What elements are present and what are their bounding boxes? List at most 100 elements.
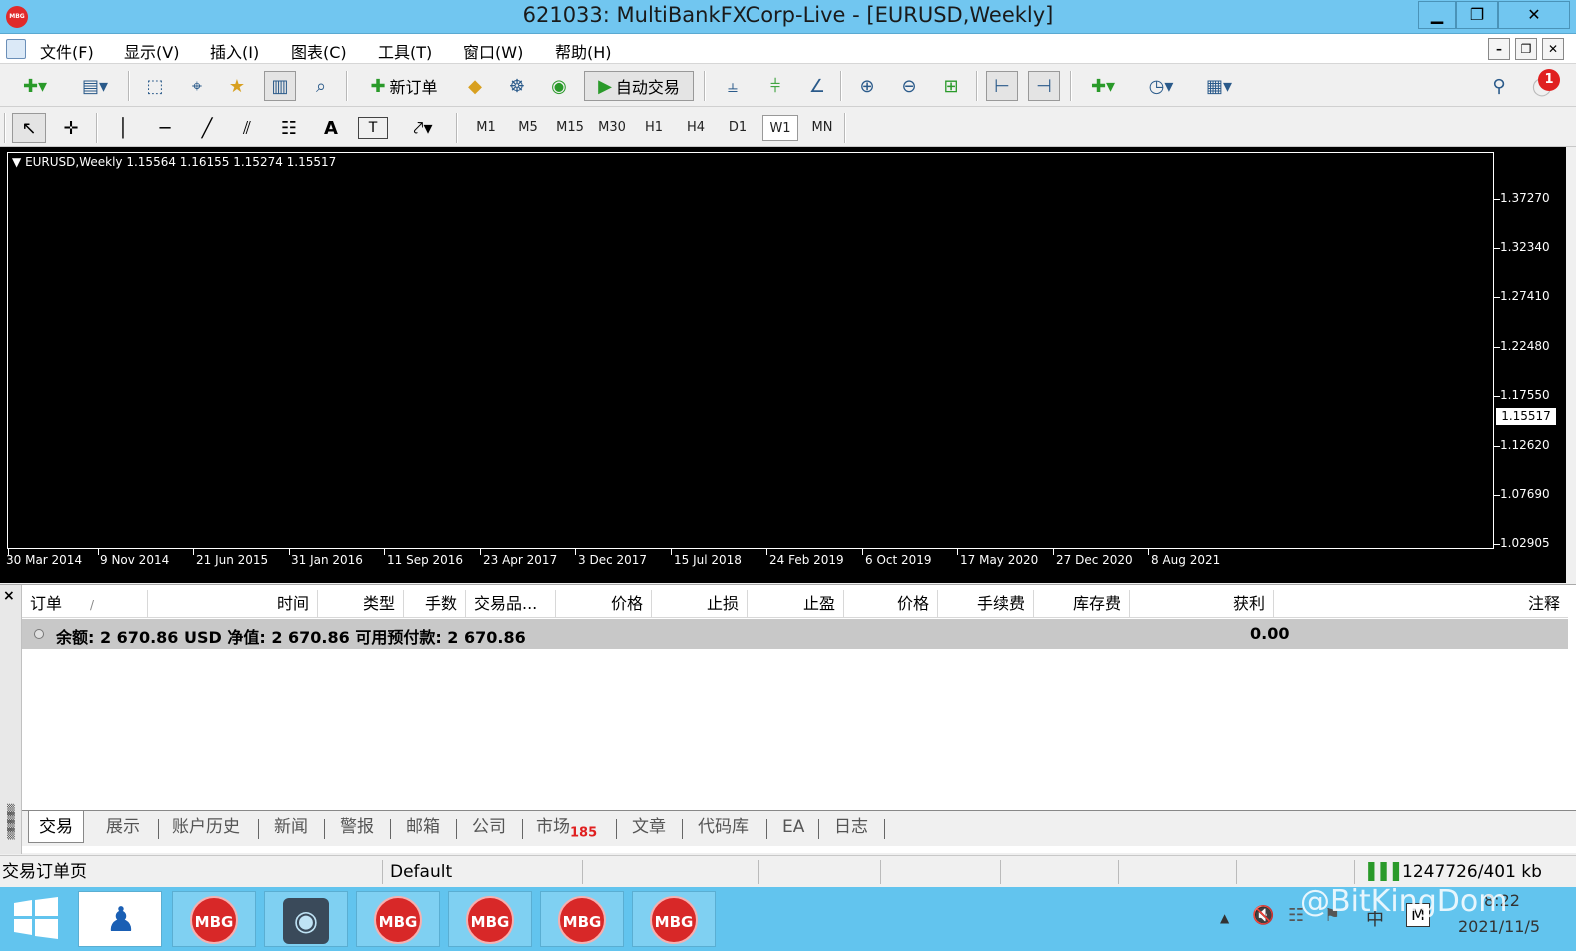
chart-collapse-icon[interactable]: ▼ (12, 155, 21, 169)
auto-trading-button[interactable]: ▶ 自动交易 (584, 71, 694, 101)
taskbar-app-mbg-1[interactable]: MBG (172, 891, 256, 947)
cursor-icon[interactable]: ↖ (12, 113, 46, 143)
tab-experts[interactable]: EA (782, 811, 804, 843)
taskbar-app-thunder[interactable]: ♟ (78, 891, 162, 947)
column-order[interactable]: 订单 / (22, 590, 148, 618)
crosshair-icon[interactable]: ✛ (56, 113, 86, 143)
tab-articles[interactable]: 文章 (632, 811, 666, 843)
signals-icon[interactable]: ☸ (502, 71, 532, 101)
volume-muted-icon[interactable]: 🔇 (1252, 905, 1274, 926)
taskbar-app-mbg-2[interactable]: MBG (356, 891, 440, 947)
timeframe-w1[interactable]: W1 (762, 115, 798, 141)
taskbar-app-owl[interactable]: ◉ (264, 891, 348, 947)
tab-alerts[interactable]: 警报 (340, 811, 374, 843)
taskbar-app-mbg-5[interactable]: MBG (632, 891, 716, 947)
templates-icon[interactable]: ▦▾ (1196, 71, 1242, 101)
column-stop-loss[interactable]: 止损 (652, 590, 748, 618)
tab-mailbox[interactable]: 邮箱 (406, 811, 440, 843)
terminal-close-button[interactable]: × (3, 588, 15, 604)
zoom-in-icon[interactable]: ⊕ (852, 71, 882, 101)
mdi-minimize-button[interactable]: – (1488, 38, 1510, 60)
tab-journal[interactable]: 日志 (834, 811, 868, 843)
tab-news[interactable]: 新闻 (274, 811, 308, 843)
taskbar-app-mbg-3[interactable]: MBG (448, 891, 532, 947)
data-window-icon[interactable]: ⌖ (182, 71, 212, 101)
timeframe-h1[interactable]: H1 (636, 115, 672, 141)
auto-scroll-icon[interactable]: ⊢ (986, 71, 1018, 101)
trendline-icon[interactable]: ╱ (192, 113, 222, 143)
vertical-line-icon[interactable]: │ (108, 113, 138, 143)
mdi-restore-button[interactable]: ❐ (1515, 38, 1537, 60)
navigator-icon[interactable]: ★ (222, 71, 252, 101)
column-commission[interactable]: 手续费 (938, 590, 1034, 618)
menu-file[interactable]: 文件(F) (40, 39, 94, 63)
tab-company[interactable]: 公司 (472, 811, 506, 843)
timeframe-h4[interactable]: H4 (678, 115, 714, 141)
column-take-profit[interactable]: 止盈 (748, 590, 844, 618)
tile-windows-icon[interactable]: ⊞ (936, 71, 966, 101)
column-current-price[interactable]: 价格 (844, 590, 938, 618)
tab-exposure[interactable]: 展示 (106, 811, 140, 843)
search-icon[interactable]: ⚲ (1484, 71, 1514, 101)
timeframe-m1[interactable]: M1 (468, 115, 504, 141)
notifications-button[interactable]: ◯ 1 (1522, 69, 1562, 101)
text-tool-button[interactable]: A (316, 113, 346, 143)
menu-insert[interactable]: 插入(I) (210, 39, 259, 63)
strategy-tester-icon[interactable]: ⌕ (306, 71, 336, 101)
chart-shift-icon[interactable]: ⊣ (1028, 71, 1060, 101)
line-chart-icon[interactable]: ∠ (802, 71, 832, 101)
terminal-grip-icon[interactable]: ▒ ▒ ▒ ▒ (2, 806, 20, 847)
mdi-close-button[interactable]: ✕ (1542, 38, 1564, 60)
equidistant-channel-icon[interactable]: ⫽ (232, 113, 262, 143)
candlestick-chart-icon[interactable]: ⫩ (760, 71, 790, 101)
column-comment[interactable]: 注释 (1274, 590, 1568, 618)
market-watch-icon[interactable]: ⬚ (140, 71, 170, 101)
timeframe-m5[interactable]: M5 (510, 115, 546, 141)
column-type[interactable]: 类型 (318, 590, 404, 618)
column-time[interactable]: 时间 (148, 590, 318, 618)
timeframe-d1[interactable]: D1 (720, 115, 756, 141)
close-button[interactable]: ✕ (1498, 1, 1570, 29)
tray-expand-icon[interactable]: ▲ (1220, 911, 1229, 925)
timeframe-mn[interactable]: MN (804, 115, 840, 141)
chart-window[interactable]: ▼ EURUSD,Weekly 1.15564 1.16155 1.15274 … (0, 147, 1566, 583)
minimize-button[interactable]: ▁ (1418, 1, 1456, 29)
taskbar-app-mbg-4[interactable]: MBG (540, 891, 624, 947)
timeframe-m15[interactable]: M15 (552, 115, 588, 141)
new-chart-icon[interactable]: ✚▾ (10, 71, 60, 101)
menu-tools[interactable]: 工具(T) (378, 39, 432, 63)
timeframe-m30[interactable]: M30 (594, 115, 630, 141)
metaeditor-icon[interactable]: ◆ (460, 71, 490, 101)
new-order-button[interactable]: ✚ 新订单 (360, 71, 448, 101)
indicators-icon[interactable]: ✚▾ (1080, 71, 1126, 101)
bar-chart-icon[interactable]: ⫨ (718, 71, 748, 101)
clock-date[interactable]: 2021/11/5 (1458, 917, 1540, 936)
column-swap[interactable]: 库存费 (1034, 590, 1130, 618)
periods-icon[interactable]: ◷▾ (1138, 71, 1184, 101)
column-profit[interactable]: 获利 (1130, 590, 1274, 618)
text-label-button[interactable]: T (358, 117, 388, 139)
menu-charts[interactable]: 图表(C) (291, 39, 347, 63)
column-lots[interactable]: 手数 (404, 590, 466, 618)
balance-row[interactable]: 余额: 2 670.86 USD 净值: 2 670.86 可用预付款: 2 6… (22, 619, 1568, 649)
arrows-icon[interactable]: ⤤▾ (400, 113, 446, 143)
fibonacci-icon[interactable]: ☷ (274, 113, 304, 143)
tab-account-history[interactable]: 账户历史 (172, 811, 240, 843)
chart-window-icon[interactable] (6, 39, 26, 59)
market-icon[interactable]: ◉ (544, 71, 574, 101)
windows-start-icon[interactable] (14, 897, 58, 939)
menu-window[interactable]: 窗口(W) (463, 39, 523, 63)
terminal-toggle-icon[interactable]: ▥ (264, 71, 296, 101)
profiles-icon[interactable]: ▤▾ (70, 71, 120, 101)
tab-market[interactable]: 市场185 (536, 811, 597, 843)
tab-trade[interactable]: 交易 (28, 811, 84, 843)
horizontal-line-icon[interactable]: ─ (150, 113, 180, 143)
column-price[interactable]: 价格 (556, 590, 652, 618)
status-profile[interactable]: Default (390, 860, 452, 884)
tab-code-base[interactable]: 代码库 (698, 811, 749, 843)
column-symbol[interactable]: 交易品... (466, 590, 556, 618)
restore-button[interactable]: ❐ (1456, 1, 1498, 29)
zoom-out-icon[interactable]: ⊖ (894, 71, 924, 101)
chart-plot-area[interactable] (7, 152, 1494, 549)
menu-help[interactable]: 帮助(H) (555, 39, 612, 63)
